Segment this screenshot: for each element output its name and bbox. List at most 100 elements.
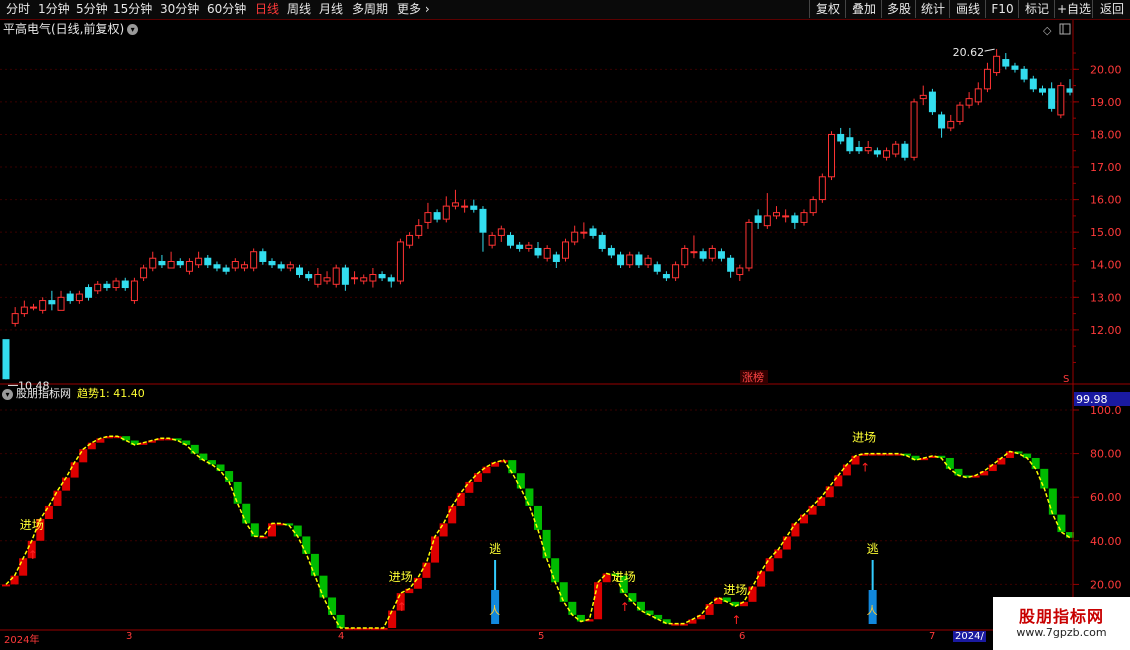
candle-body <box>1048 88 1056 109</box>
indicator-bar <box>448 505 457 524</box>
candle-body <box>497 228 505 236</box>
indicator-bar <box>825 486 834 498</box>
date-label: 5 <box>538 631 545 642</box>
candle-body <box>94 283 102 292</box>
escape-person-icon: 人 <box>867 604 878 617</box>
indicator-bar <box>765 558 774 572</box>
candle-body <box>892 143 900 155</box>
candle-body <box>461 205 469 208</box>
stock-chart-app: 分时 1分钟 5分钟 15分钟 30分钟 60分钟 日线 周线 月线 多周期 更… <box>0 0 1130 650</box>
indicator-bar <box>70 462 79 478</box>
escape-signal-label: 逃 <box>489 542 501 556</box>
candle-body <box>965 98 973 106</box>
candle-body <box>571 231 579 243</box>
candle-body <box>451 202 459 207</box>
entry-signal-label: 进场 <box>389 570 413 584</box>
candle-body <box>626 254 634 266</box>
price-tick-label: 16.00 <box>1090 194 1122 207</box>
candle-body <box>213 264 221 269</box>
candle-body <box>332 267 340 285</box>
indicator-bar <box>482 466 491 474</box>
candle-body <box>938 114 946 129</box>
indicator-top-value: 99.98 <box>1076 393 1108 406</box>
candle-body <box>754 215 762 223</box>
candle-body <box>433 212 441 220</box>
candle-body <box>240 264 248 269</box>
indicator-bar <box>422 562 431 578</box>
indicator-bar <box>2 584 10 587</box>
price-tick-label: 12.00 <box>1090 324 1122 337</box>
indicator-bar <box>10 575 19 585</box>
indicator-bar <box>473 473 482 482</box>
candle-body <box>525 244 533 249</box>
candle-body <box>662 274 670 279</box>
candle-body <box>598 234 606 249</box>
indicator-bar <box>336 614 345 628</box>
candle-body <box>277 264 285 269</box>
candle-body <box>103 283 111 289</box>
indicator-bar <box>19 558 28 576</box>
candle-body <box>424 212 432 223</box>
indicator-bar <box>250 523 259 537</box>
indicator-bar <box>800 514 808 524</box>
indicator-bar <box>328 597 337 615</box>
candle-body <box>1038 88 1046 93</box>
date-label: 6 <box>739 631 746 642</box>
candle-body <box>39 300 47 311</box>
indicator-bar <box>542 529 551 559</box>
entry-signal-label: 进场 <box>852 431 876 445</box>
watermark-title: 股朋指标网 <box>1018 607 1104 626</box>
candle-body <box>910 101 918 158</box>
candle-body <box>562 241 570 259</box>
candle-body <box>901 143 909 158</box>
candle-body <box>516 244 524 249</box>
chart-canvas[interactable]: 20.00 19.00 18.00 17.00 16.00 15.00 14.00 13.00… <box>0 0 1130 650</box>
candle-body <box>20 306 28 315</box>
candle-body <box>653 264 661 272</box>
date-label: 3 <box>126 631 133 642</box>
zhangting-badge: 涨榜 <box>742 370 764 384</box>
candle-body <box>387 277 395 282</box>
candle-body <box>351 277 359 280</box>
indicator-bar <box>62 477 71 491</box>
candle-body <box>112 280 120 289</box>
candle-body <box>800 212 808 223</box>
candle-body <box>140 267 148 279</box>
indicator-bar <box>1057 514 1066 533</box>
indicator-bar <box>242 503 251 524</box>
indicator-bar <box>1031 457 1040 469</box>
candle-body <box>699 251 707 259</box>
candle-body <box>974 88 982 103</box>
candle-body <box>222 267 230 272</box>
indicator-bar <box>293 525 302 537</box>
indicator-bar <box>808 505 817 515</box>
price-tick-label: 18.00 <box>1090 128 1122 141</box>
watermark-logo: 股朋指标网 www.7gpzb.com <box>993 597 1130 650</box>
candle-body <box>607 247 615 256</box>
indicator-bar <box>1040 468 1049 489</box>
high-pointer <box>984 48 995 52</box>
candle-body <box>534 247 542 256</box>
candle-body <box>993 55 1001 74</box>
candle-body <box>1020 68 1028 80</box>
price-tick-label: 19.00 <box>1090 96 1122 109</box>
candle-body <box>442 205 450 220</box>
price-tick-label: 13.00 <box>1090 291 1122 304</box>
candle-body <box>296 267 304 276</box>
candle-body <box>231 260 239 269</box>
candle-body <box>314 274 322 285</box>
entry-signal-label: 进场 <box>612 570 636 584</box>
indicator-series <box>2 435 1074 630</box>
indicator-tick-label: 40.00 <box>1090 535 1122 548</box>
trend-line <box>5 435 1071 629</box>
candle-body <box>717 251 725 259</box>
candle-body <box>552 254 560 262</box>
entry-signal-label: 进场 <box>723 583 747 597</box>
entry-signal-label: 进场 <box>20 518 44 532</box>
candle-body <box>956 104 964 122</box>
indicator-bar <box>53 490 62 506</box>
high-price-label: 20.62 <box>953 46 985 59</box>
indicator-bar <box>310 553 319 576</box>
entry-arrow-icon: ↑ <box>397 600 407 614</box>
candle-body <box>176 260 184 266</box>
